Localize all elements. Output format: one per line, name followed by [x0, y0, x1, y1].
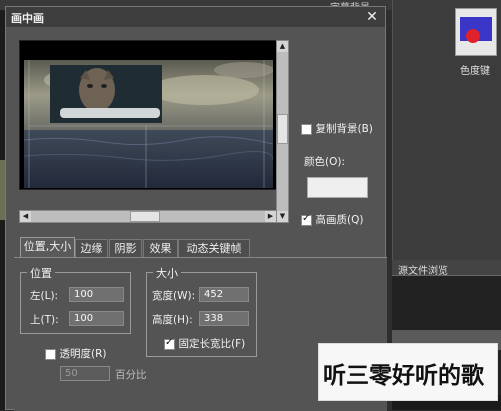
horizontal-scroll-thumb[interactable]: [130, 211, 160, 222]
copy-background-option[interactable]: 复制背景(B): [301, 121, 373, 136]
transparency-unit: 百分比: [115, 369, 147, 381]
left-label: 左(L):: [30, 290, 59, 302]
preview-frame: [19, 40, 284, 190]
copy-background-checkbox[interactable]: [301, 123, 312, 135]
scroll-up-icon[interactable]: ▲: [277, 41, 288, 52]
left-input[interactable]: 100: [69, 287, 124, 302]
dialog-titlebar[interactable]: 画中画 ✕: [6, 7, 385, 27]
thumbnail-blue-block: [460, 17, 492, 43]
chroma-key-label: 色度键: [460, 66, 490, 77]
watermark-text: 听三零好听的歌: [323, 362, 484, 389]
tiger-eye: [101, 84, 107, 88]
vertical-scroll-thumb[interactable]: [277, 114, 288, 144]
size-group: 大小 宽度(W): 452 高度(H): 338 固定长宽比(F): [146, 265, 257, 357]
transparency-input[interactable]: 50: [60, 366, 110, 381]
high-quality-label: 高画质(Q): [315, 214, 364, 226]
color-label: 颜色(O):: [304, 156, 345, 168]
dialog-title: 画中画: [11, 12, 44, 25]
watermark: 听三零好听的歌: [318, 343, 498, 401]
preview-horizontal-scrollbar[interactable]: ◀ ▶: [19, 210, 277, 223]
scroll-right-icon[interactable]: ▶: [265, 211, 276, 222]
tab-keyframes[interactable]: 动态关键帧: [178, 239, 250, 257]
position-group-title: 位置: [27, 265, 55, 281]
cloud: [149, 75, 259, 105]
tiger-eye: [87, 84, 93, 88]
preview-image[interactable]: [24, 60, 273, 188]
preview-scene: [24, 60, 273, 188]
thumbnail-red-circle: [466, 29, 480, 43]
preview-vertical-scrollbar[interactable]: ▲ ▼: [276, 40, 289, 223]
transparency-checkbox[interactable]: [45, 348, 56, 360]
close-icon[interactable]: ✕: [363, 8, 381, 26]
transparency-label: 透明度(R): [59, 348, 107, 360]
position-group: 位置 左(L): 100 上(T): 100: [20, 265, 131, 334]
copy-background-label: 复制背景(B): [315, 123, 373, 135]
tab-position-size[interactable]: 位置,大小: [20, 237, 75, 258]
color-swatch[interactable]: [307, 177, 368, 198]
boat: [60, 108, 160, 118]
scroll-left-icon[interactable]: ◀: [20, 211, 31, 222]
source-browser-tab[interactable]: 源文件浏览: [398, 262, 448, 277]
lock-ratio-option[interactable]: 固定长宽比(F): [164, 336, 245, 351]
transparency-option[interactable]: 透明度(R): [45, 346, 107, 361]
tab-border[interactable]: 边缘: [75, 239, 108, 257]
tab-shadow[interactable]: 阴影: [109, 239, 142, 257]
top-input[interactable]: 100: [69, 311, 124, 326]
height-label: 高度(H):: [152, 314, 193, 326]
height-input[interactable]: 338: [199, 311, 249, 326]
chroma-key-thumbnail[interactable]: [455, 8, 497, 56]
high-quality-checkbox[interactable]: [301, 213, 312, 226]
lock-ratio-label: 固定长宽比(F): [178, 338, 246, 350]
scroll-down-icon[interactable]: ▼: [277, 211, 288, 222]
size-group-title: 大小: [153, 265, 181, 281]
lock-ratio-checkbox[interactable]: [164, 337, 175, 350]
high-quality-option[interactable]: 高画质(Q): [301, 212, 363, 227]
width-input[interactable]: 452: [199, 287, 249, 302]
width-label: 宽度(W):: [152, 290, 196, 302]
top-label: 上(T):: [30, 314, 59, 326]
tab-effect[interactable]: 效果: [143, 239, 178, 257]
